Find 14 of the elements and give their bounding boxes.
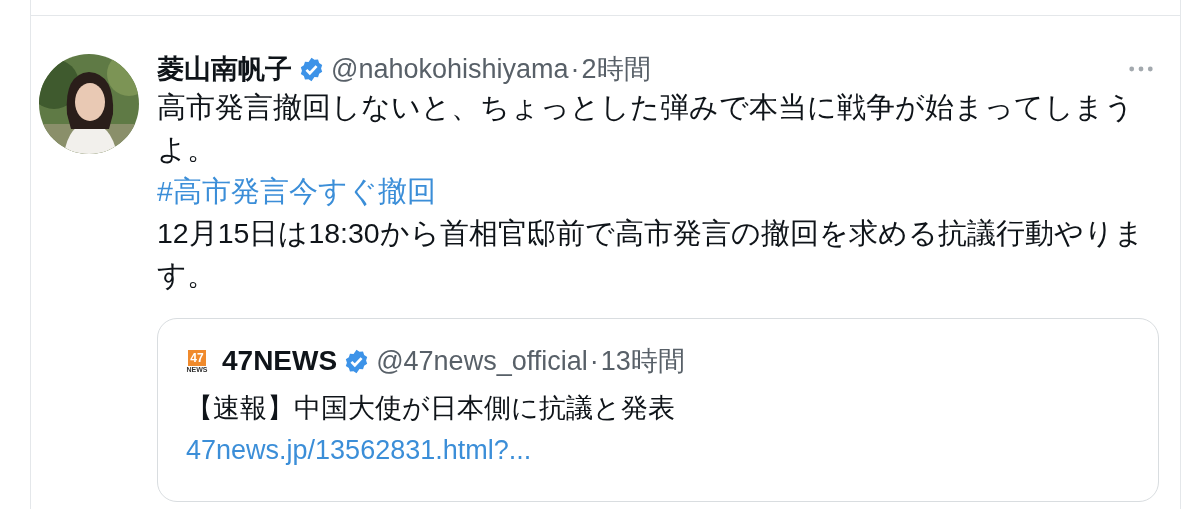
quoted-post-text: 【速報】中国大使が日本側に抗議と発表 bbox=[186, 392, 676, 425]
post-text: 12月15日は18:30から首相官邸前で高市発言の撤回を求める抗議行動やります。 bbox=[157, 216, 1145, 293]
user-handle[interactable]: @nahokohishiyama bbox=[331, 53, 569, 85]
article-link[interactable]: 47news.jp/13562831.html?... bbox=[186, 429, 532, 471]
separator-dot: · bbox=[570, 53, 580, 85]
hashtag-link[interactable]: #高市発言今すぐ撤回 bbox=[157, 175, 436, 207]
post-time: 13時間 bbox=[600, 345, 685, 378]
display-name[interactable]: 菱山南帆子 bbox=[157, 51, 292, 87]
more-options-icon[interactable] bbox=[1128, 65, 1154, 73]
display-name: 47NEWS bbox=[222, 345, 338, 377]
separator-dot: · bbox=[589, 345, 599, 377]
user-handle: @47news_official bbox=[376, 345, 588, 377]
post-text: 高市発言撤回しないと、ちょっとした弾みで本当に戦争が始まってしまうよ。 bbox=[157, 90, 1135, 167]
post-time[interactable]: 2時間 bbox=[581, 51, 651, 87]
